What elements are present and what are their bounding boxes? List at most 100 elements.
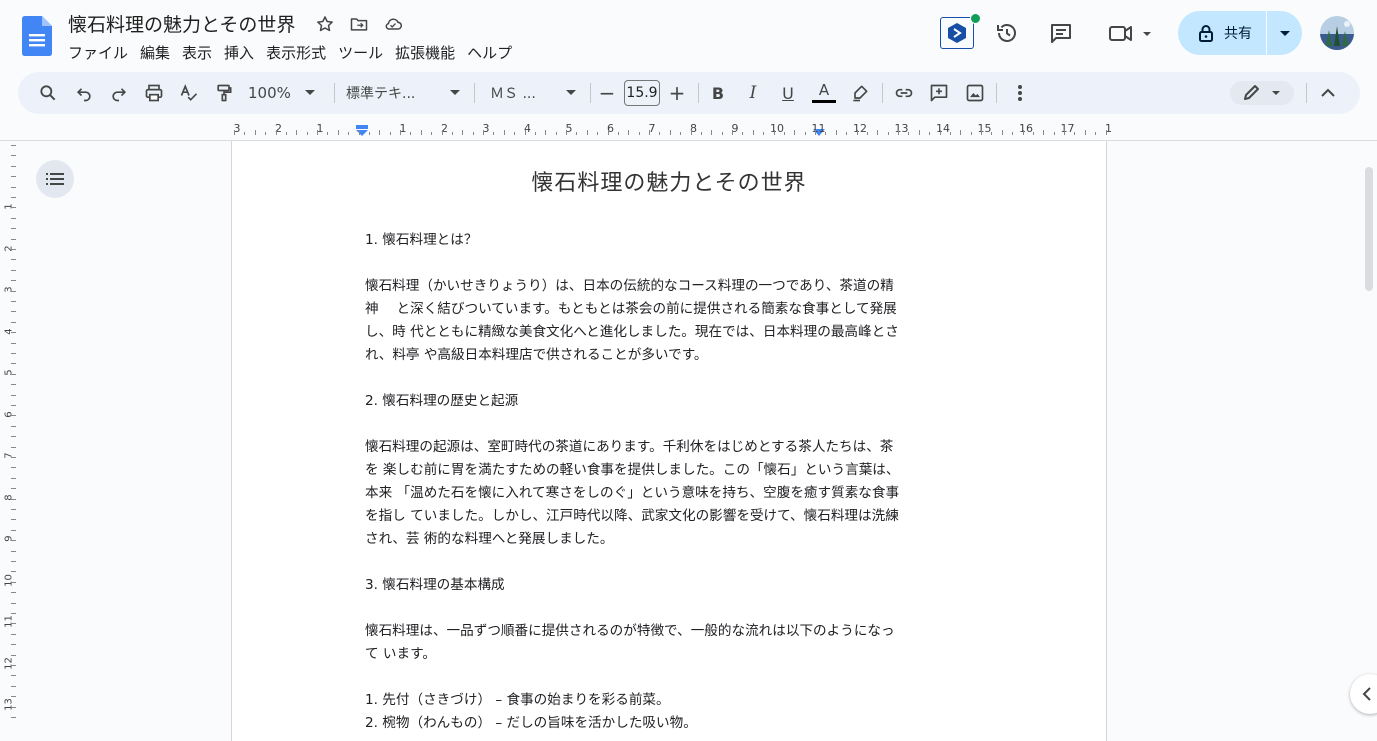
- empty-line[interactable]: [365, 413, 980, 436]
- ruler-tick: [690, 130, 692, 135]
- menu-tools[interactable]: ツール: [338, 40, 393, 65]
- font-select[interactable]: ＭＳ ...: [490, 81, 576, 105]
- bold-button[interactable]: B: [706, 81, 730, 105]
- spellcheck-icon[interactable]: [177, 81, 201, 105]
- hide-menus-icon[interactable]: [1316, 81, 1340, 105]
- search-menus-icon[interactable]: [36, 81, 60, 105]
- meet-icon[interactable]: [1108, 20, 1154, 46]
- vertical-ruler-tick: [11, 280, 16, 282]
- zoom-select[interactable]: 100%: [248, 81, 328, 105]
- document-outline-button[interactable]: [36, 160, 74, 198]
- version-history-icon[interactable]: [994, 20, 1020, 46]
- vertical-ruler-tick: [11, 249, 16, 250]
- vertical-ruler-tick: [11, 145, 16, 146]
- side-panel-toggle[interactable]: [1350, 674, 1377, 714]
- empty-line[interactable]: [365, 597, 980, 620]
- empty-line[interactable]: [365, 551, 980, 574]
- italic-button[interactable]: I: [741, 81, 765, 105]
- menu-file[interactable]: ファイル: [68, 40, 138, 65]
- share-dropdown-icon[interactable]: [1267, 29, 1302, 37]
- share-button[interactable]: 共有: [1178, 11, 1302, 55]
- vertical-ruler-tick: [11, 457, 16, 458]
- doc-title[interactable]: 懐石料理の魅力とその世界: [68, 10, 295, 37]
- font-size-input[interactable]: 15.9: [624, 80, 660, 106]
- horizontal-ruler[interactable]: 3 2 1 1 2 3 4 5 6 7 8 9 10 11 12 13 14 15 16 17 1: [230, 121, 1112, 139]
- ruler-tick: [1032, 132, 1034, 135]
- paint-format-icon[interactable]: [212, 81, 236, 105]
- ruler-tick: [275, 130, 277, 135]
- chevron-down-icon: [304, 90, 315, 95]
- empty-line[interactable]: [365, 367, 980, 390]
- paragraph[interactable]: 1. 懐石料理とは？: [365, 229, 980, 252]
- paragraph[interactable]: 3. 懐石料理の基本構成: [365, 574, 980, 597]
- vertical-ruler-tick: [11, 301, 16, 302]
- vertical-ruler-tick: [11, 311, 16, 313]
- menu-extensions[interactable]: 拡張機能: [395, 40, 465, 65]
- paragraph[interactable]: 2. 懐石料理の歴史と起源: [365, 390, 980, 413]
- menu-help[interactable]: ヘルプ: [467, 40, 522, 65]
- more-options-icon[interactable]: [1008, 81, 1032, 105]
- style-select[interactable]: 標準テキ...: [346, 81, 460, 105]
- highlight-color-icon[interactable]: [848, 81, 872, 105]
- scrollbar-thumb[interactable]: [1365, 167, 1373, 291]
- paragraph[interactable]: を 楽しむ前に胃を満たすための軽い食事を提供しました。この「懐石」という言葉は、: [365, 459, 980, 482]
- avatar[interactable]: [1320, 16, 1354, 50]
- text-color-button[interactable]: A: [811, 81, 837, 105]
- vertical-ruler-tick: [11, 363, 16, 365]
- insert-image-icon[interactable]: [963, 81, 987, 105]
- menu-insert[interactable]: 挿入: [224, 40, 264, 65]
- ruler-tick: [607, 130, 609, 135]
- vertical-ruler-tick: [11, 425, 16, 427]
- paragraph[interactable]: て います。: [365, 643, 980, 666]
- star-icon[interactable]: [313, 12, 337, 36]
- empty-line[interactable]: [365, 666, 980, 689]
- print-icon[interactable]: [142, 81, 166, 105]
- paragraph[interactable]: 2. 椀物（わんもの） – だしの旨味を活かした吸い物。: [365, 712, 980, 735]
- paragraph[interactable]: 1. 先付（さきづけ） – 食事の始まりを彩る前菜。: [365, 689, 980, 712]
- paragraph[interactable]: され、芸 術的な料理へと発展しました。: [365, 528, 980, 551]
- editing-mode-button[interactable]: [1230, 81, 1294, 105]
- ruler-tick: [638, 132, 640, 135]
- docs-logo-icon[interactable]: [22, 16, 52, 56]
- vertical-ruler-tick: [11, 488, 16, 490]
- add-comment-icon[interactable]: [927, 81, 951, 105]
- ruler-tick: [960, 130, 962, 135]
- comments-icon[interactable]: [1048, 20, 1074, 46]
- ruler-tick: [846, 132, 848, 135]
- document-page[interactable]: 懐石料理の魅力とその世界 1. 懐石料理とは？ 懐石料理（かいせきりょうり）は、日…: [231, 141, 1107, 741]
- extension-status-dot: [970, 13, 981, 24]
- vertical-scrollbar[interactable]: [1360, 141, 1377, 726]
- ruler-number: 16: [1019, 122, 1033, 135]
- paragraph[interactable]: 懐石料理の起源は、室町時代の茶道にあります。千利休をはじめとする茶人たちは、茶: [365, 436, 980, 459]
- ruler-tick: [234, 130, 235, 135]
- vertical-ruler[interactable]: 1 2 3 4 5 6 7 8 9 10 11 12 13: [0, 141, 18, 726]
- menu-view[interactable]: 表示: [182, 40, 222, 65]
- increase-font-size-button[interactable]: +: [666, 81, 688, 105]
- document-body[interactable]: 1. 懐石料理とは？ 懐石料理（かいせきりょうり）は、日本の伝統的なコース料理の一…: [365, 229, 980, 735]
- document-heading[interactable]: 懐石料理の魅力とその世界: [232, 165, 1106, 197]
- paragraph[interactable]: 懐石料理（かいせきりょうり）は、日本の伝統的なコース料理の一つであり、茶道の精: [365, 275, 980, 298]
- share-main[interactable]: 共有: [1178, 11, 1266, 55]
- paragraph[interactable]: 本来 「温めた石を懐に入れて寒さをしのぐ」という意味を持ち、空腹を癒す質素な食事: [365, 482, 980, 505]
- vertical-ruler-tick: [11, 394, 16, 396]
- cloud-saved-icon[interactable]: [381, 12, 405, 36]
- paragraph[interactable]: し、時 代とともに精緻な美食文化へと進化しました。現在では、日本料理の最高峰とさ: [365, 321, 980, 344]
- empty-line[interactable]: [365, 252, 980, 275]
- decrease-font-size-button[interactable]: −: [596, 81, 618, 105]
- left-indent-marker-icon[interactable]: [355, 125, 369, 137]
- insert-link-icon[interactable]: [892, 81, 916, 105]
- move-folder-icon[interactable]: [347, 12, 371, 36]
- extension-icon[interactable]: [940, 17, 974, 49]
- paragraph[interactable]: を指し ていました。しかし、江戸時代以降、武家文化の影響を受けて、懐石料理は洗練: [365, 505, 980, 528]
- menu-format[interactable]: 表示形式: [266, 40, 336, 65]
- paragraph[interactable]: 神 と深く結びついています。もともとは茶会の前に提供される簡素な食事として発展: [365, 298, 980, 321]
- ruler-tick: [1053, 132, 1055, 135]
- undo-icon[interactable]: [72, 81, 96, 105]
- underline-button[interactable]: U: [776, 81, 800, 105]
- ruler-tick: [856, 130, 858, 135]
- toolbar-divider: [590, 83, 591, 103]
- paragraph[interactable]: 懐石料理は、一品ずつ順番に提供されるのが特徴で、一般的な流れは以下のようになっ: [365, 620, 980, 643]
- paragraph[interactable]: れ、料亭 や高級日本料理店で供されることが多いです。: [365, 344, 980, 367]
- redo-icon[interactable]: [107, 81, 131, 105]
- menu-edit[interactable]: 編集: [140, 40, 180, 65]
